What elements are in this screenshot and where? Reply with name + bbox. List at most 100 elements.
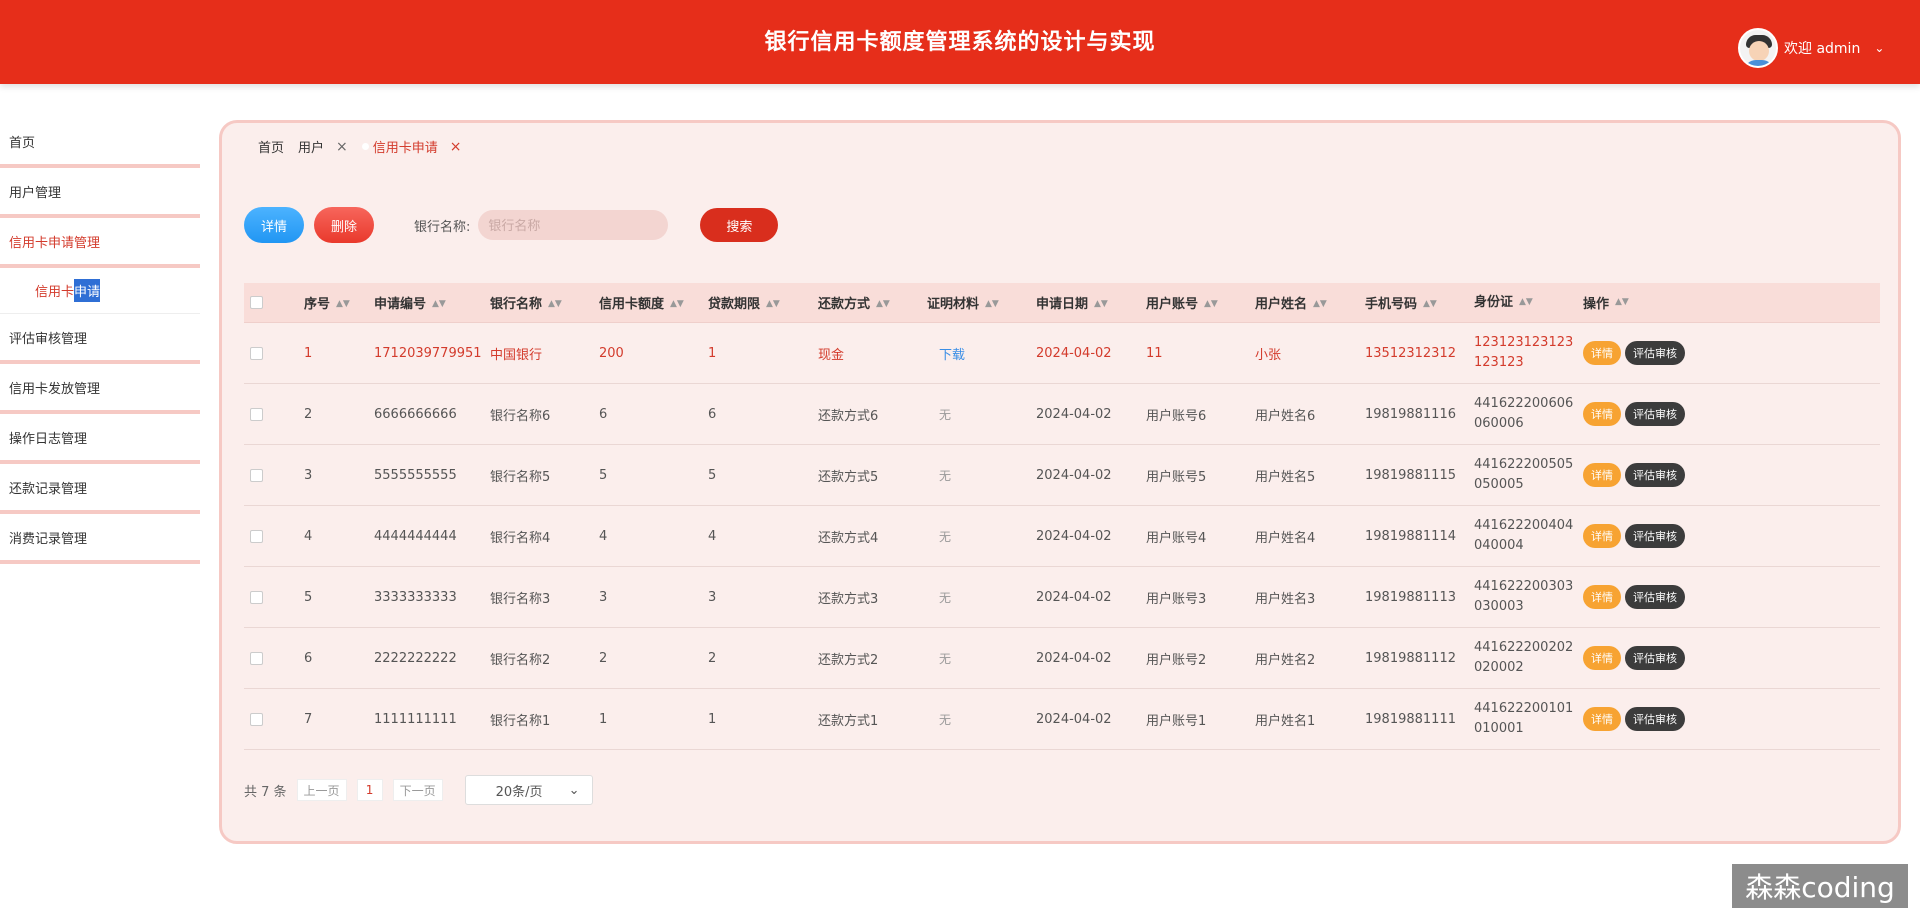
cell-account: 用户账号5 — [1146, 469, 1207, 485]
row-detail-button[interactable]: 详情 — [1583, 524, 1621, 548]
tab-users[interactable]: 用户 × — [298, 137, 348, 157]
prev-page-button[interactable]: 上一页 — [296, 779, 347, 801]
active-dot-icon — [361, 143, 369, 150]
column-header[interactable]: 信用卡额度 ▲▼ — [599, 293, 708, 312]
avatar[interactable] — [1738, 28, 1778, 68]
cell-user-name: 小张 — [1255, 347, 1282, 363]
sidebar-item-card-application[interactable]: 信用卡申请管理 — [0, 218, 200, 268]
tab-home[interactable]: 首页 — [258, 137, 284, 156]
close-icon[interactable]: × — [336, 139, 348, 155]
row-checkbox[interactable] — [250, 346, 263, 360]
cell-account: 用户账号1 — [1146, 713, 1207, 729]
cell-quota: 5 — [599, 467, 608, 483]
table-row[interactable]: 4 4444444444 银行名称4 4 4 还款方式4 无 2024-04-02 用户账号4 用… — [244, 506, 1880, 567]
page-size-select[interactable]: 20条/页 ⌄ — [464, 775, 593, 805]
row-detail-button[interactable]: 详情 — [1583, 341, 1621, 365]
select-all-checkbox[interactable] — [250, 296, 263, 309]
row-checkbox[interactable] — [250, 468, 263, 482]
sidebar-item-label: 信用卡发放管理 — [9, 381, 101, 397]
column-header[interactable]: 序号 ▲▼ — [304, 293, 374, 312]
sort-icon[interactable]: ▲▼ — [985, 300, 999, 309]
column-header[interactable]: 操作 ▲▼ — [1583, 293, 1783, 312]
sort-icon[interactable]: ▲▼ — [1519, 297, 1533, 307]
sort-icon[interactable]: ▲▼ — [432, 300, 446, 309]
search-button[interactable]: 搜索 — [700, 208, 779, 242]
sort-icon[interactable]: ▲▼ — [548, 300, 562, 309]
sort-icon[interactable]: ▲▼ — [766, 300, 780, 309]
row-detail-button[interactable]: 详情 — [1583, 646, 1621, 670]
column-header[interactable]: 手机号码 ▲▼ — [1365, 293, 1474, 312]
column-header[interactable]: 申请日期 ▲▼ — [1036, 293, 1146, 312]
row-checkbox[interactable] — [250, 529, 263, 543]
row-checkbox[interactable] — [250, 712, 263, 726]
cell-proof: 无 — [939, 590, 952, 605]
sidebar-item-review[interactable]: 评估审核管理 — [0, 314, 200, 364]
row-checkbox[interactable] — [250, 590, 263, 604]
table-row[interactable]: 7 1111111111 银行名称1 1 1 还款方式1 无 2024-04-02 用户账号1 用… — [244, 689, 1880, 750]
column-header[interactable]: 还款方式 ▲▼ — [818, 293, 927, 312]
column-header[interactable]: 用户账号 ▲▼ — [1146, 293, 1255, 312]
row-review-button[interactable]: 评估审核 — [1625, 707, 1685, 731]
table-row[interactable]: 5 3333333333 银行名称3 3 3 还款方式3 无 2024-04-02 用户账号3 用… — [244, 567, 1880, 628]
sort-icon[interactable]: ▲▼ — [876, 300, 890, 309]
row-review-button[interactable]: 评估审核 — [1625, 524, 1685, 548]
text-selection: 申请 — [74, 279, 101, 302]
detail-button[interactable]: 详情 — [244, 207, 304, 243]
column-header[interactable]: 用户姓名 ▲▼ — [1255, 293, 1365, 312]
cell-actions: 详情 评估审核 — [1583, 341, 1783, 365]
table-row[interactable]: 3 5555555555 银行名称5 5 5 还款方式5 无 2024-04-02 用户账号5 用… — [244, 445, 1880, 506]
row-detail-button[interactable]: 详情 — [1583, 585, 1621, 609]
row-checkbox[interactable] — [250, 651, 263, 665]
sort-icon[interactable]: ▲▼ — [1423, 300, 1437, 309]
chevron-down-icon[interactable]: ⌄ — [1874, 41, 1884, 55]
row-review-button[interactable]: 评估审核 — [1625, 585, 1685, 609]
delete-button[interactable]: 删除 — [314, 207, 374, 243]
row-detail-button[interactable]: 详情 — [1583, 463, 1621, 487]
sort-icon[interactable]: ▲▼ — [336, 300, 350, 309]
column-header[interactable]: 申请编号 ▲▼ — [374, 293, 490, 312]
sidebar-item-users[interactable]: 用户管理 — [0, 168, 200, 218]
close-icon[interactable]: × — [450, 139, 462, 155]
sort-icon[interactable]: ▲▼ — [1615, 298, 1629, 307]
cell-date: 2024-04-02 — [1036, 528, 1112, 544]
sidebar-item-home[interactable]: 首页 — [0, 118, 200, 168]
watermark: 森森coding — [1732, 864, 1908, 908]
cell-proof: 无 — [939, 468, 952, 483]
cell-no: 2 — [304, 406, 313, 422]
sidebar-item-label: 消费记录管理 — [9, 531, 88, 547]
column-header[interactable]: 身份证 ▲▼ — [1474, 293, 1583, 313]
sidebar-item-issuance[interactable]: 信用卡发放管理 — [0, 364, 200, 414]
tab-label: 信用卡申请 — [372, 141, 438, 156]
page-size-value: 20条/页 — [495, 784, 543, 800]
sidebar-item-logs[interactable]: 操作日志管理 — [0, 414, 200, 464]
table-row[interactable]: 6 2222222222 银行名称2 2 2 还款方式2 无 2024-04-02 用户账号2 用… — [244, 628, 1880, 689]
sort-icon[interactable]: ▲▼ — [1204, 300, 1218, 309]
row-review-button[interactable]: 评估审核 — [1625, 402, 1685, 426]
sort-icon[interactable]: ▲▼ — [1094, 300, 1108, 309]
user-menu[interactable]: 欢迎 admin ⌄ — [1738, 28, 1884, 68]
row-review-button[interactable]: 评估审核 — [1625, 646, 1685, 670]
column-header[interactable]: 贷款期限 ▲▼ — [708, 293, 818, 312]
sort-icon[interactable]: ▲▼ — [1313, 300, 1327, 309]
column-header[interactable]: 银行名称 ▲▼ — [490, 293, 599, 312]
cell-proof[interactable]: 下载 — [939, 348, 965, 363]
table-row[interactable]: 2 6666666666 银行名称6 6 6 还款方式6 无 2024-04-02 用户账号6 用… — [244, 384, 1880, 445]
row-review-button[interactable]: 评估审核 — [1625, 341, 1685, 365]
cell-actions: 详情 评估审核 — [1583, 646, 1783, 670]
row-review-button[interactable]: 评估审核 — [1625, 463, 1685, 487]
bank-name-input[interactable] — [478, 210, 669, 240]
sidebar-item-repayments[interactable]: 还款记录管理 — [0, 464, 200, 514]
sidebar-subitem-card-application[interactable]: 信用卡 申请 — [0, 268, 200, 314]
page-number-button[interactable]: 1 — [356, 779, 383, 801]
row-checkbox[interactable] — [250, 407, 263, 421]
cell-actions: 详情 评估审核 — [1583, 707, 1783, 731]
column-header[interactable]: 证明材料 ▲▼ — [927, 293, 1036, 312]
row-detail-button[interactable]: 详情 — [1583, 402, 1621, 426]
sort-icon[interactable]: ▲▼ — [670, 300, 684, 309]
sidebar-item-consumption[interactable]: 消费记录管理 — [0, 514, 200, 564]
tab-card-application[interactable]: 信用卡申请 × — [361, 137, 462, 156]
sidebar-item-label: 操作日志管理 — [9, 431, 88, 447]
row-detail-button[interactable]: 详情 — [1583, 707, 1621, 731]
next-page-button[interactable]: 下一页 — [392, 779, 443, 801]
table-row[interactable]: 1 1712039779951 中国银行 200 1 现金 下载 2024-04-02 11 小张… — [244, 323, 1880, 384]
